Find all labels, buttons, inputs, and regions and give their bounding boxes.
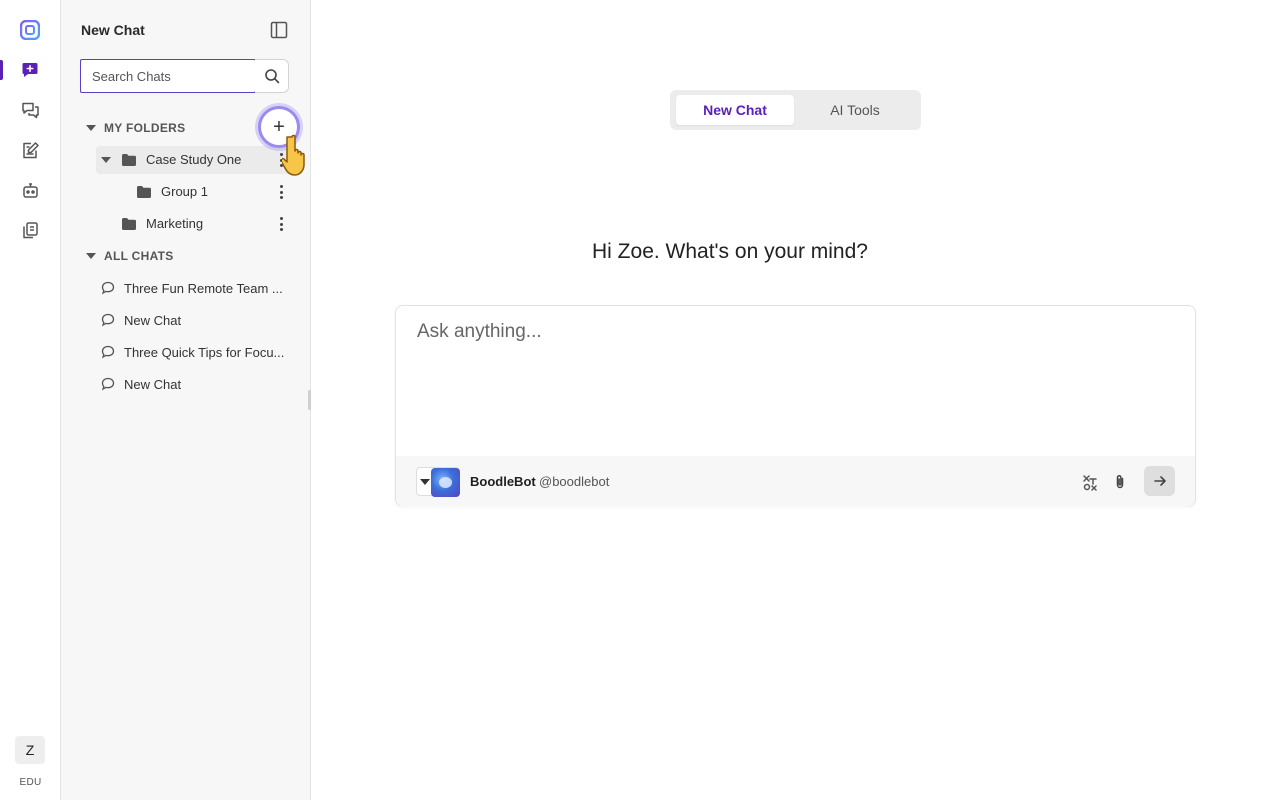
folder-item-group-1[interactable]: Group 1 xyxy=(96,178,292,206)
chat-list-item[interactable]: New Chat xyxy=(101,308,286,332)
folder-menu-icon[interactable] xyxy=(277,184,285,200)
chat-bubble-icon xyxy=(101,377,115,391)
chat-title: Three Quick Tips for Focu... xyxy=(124,344,285,360)
chat-title: New Chat xyxy=(124,312,182,328)
chat-plus-icon xyxy=(22,63,38,77)
search-icon xyxy=(264,69,279,84)
sidebar-collapse-icon[interactable] xyxy=(270,21,288,39)
folder-menu-icon[interactable] xyxy=(277,152,285,168)
caret-down-icon xyxy=(86,125,96,131)
rail-bots-button[interactable] xyxy=(19,179,41,201)
plan-badge: EDU xyxy=(19,777,42,788)
folder-label: Group 1 xyxy=(161,184,208,199)
chat-list-item[interactable]: Three Fun Remote Team ... xyxy=(101,276,286,300)
my-folders-label: MY FOLDERS xyxy=(104,121,186,135)
chat-bubble-icon xyxy=(101,313,115,327)
caret-down-icon xyxy=(86,253,96,259)
folder-icon xyxy=(122,154,136,166)
chat-sidebar: New Chat MY FOLDERS Case Study One Group… xyxy=(61,0,311,800)
search-chats-input[interactable] xyxy=(80,59,256,93)
bot-selector[interactable] xyxy=(416,467,460,497)
rail-active-indicator xyxy=(0,60,3,80)
folder-item-case-study-one[interactable]: Case Study One xyxy=(96,146,292,174)
bot-avatar xyxy=(431,468,460,497)
send-button[interactable] xyxy=(1144,466,1175,496)
chat-composer: BoodleBot @boodlebot xyxy=(395,305,1196,507)
all-chats-label: ALL CHATS xyxy=(104,249,174,263)
icon-rail: Z EDU xyxy=(0,0,61,800)
my-folders-header[interactable]: MY FOLDERS xyxy=(86,121,185,135)
mode-tabs: New Chat AI Tools xyxy=(670,90,921,130)
message-input[interactable] xyxy=(396,306,1195,456)
bot-name: BoodleBot xyxy=(470,474,536,489)
folder-menu-icon[interactable] xyxy=(277,216,285,232)
user-avatar[interactable]: Z xyxy=(15,736,45,764)
greeting-heading: Hi Zoe. What's on your mind? xyxy=(592,240,868,263)
bot-handle: @boodlebot xyxy=(539,474,610,489)
rail-library-button[interactable] xyxy=(19,219,41,241)
composer-toolbar: BoodleBot @boodlebot xyxy=(396,456,1195,507)
copy-icon xyxy=(22,221,38,238)
sidebar-title: New Chat xyxy=(81,22,145,38)
caret-down-icon[interactable] xyxy=(101,157,111,163)
chat-title: New Chat xyxy=(124,376,182,392)
rail-chats-button[interactable] xyxy=(19,99,41,121)
chat-bubble-icon xyxy=(101,345,115,359)
tab-ai-tools[interactable]: AI Tools xyxy=(796,95,914,125)
folder-item-marketing[interactable]: Marketing xyxy=(96,210,292,238)
clear-format-button[interactable] xyxy=(1080,472,1100,492)
chats-icon xyxy=(21,102,39,118)
clear-format-icon xyxy=(1083,475,1097,491)
chat-list-item[interactable]: New Chat xyxy=(101,372,286,396)
paperclip-icon xyxy=(1116,475,1124,489)
caret-down-icon xyxy=(420,478,430,485)
folder-icon xyxy=(137,186,151,198)
edit-note-icon xyxy=(22,141,39,158)
sidebar-resize-handle[interactable] xyxy=(308,390,311,410)
search-button[interactable] xyxy=(255,59,289,93)
rail-new-chat-button[interactable] xyxy=(19,59,41,81)
all-chats-header[interactable]: ALL CHATS xyxy=(86,249,174,263)
folder-label: Case Study One xyxy=(146,152,242,167)
chat-bubble-icon xyxy=(101,281,115,295)
rail-prompts-button[interactable] xyxy=(19,139,41,161)
robot-icon xyxy=(22,182,38,198)
app-logo-icon[interactable] xyxy=(20,20,40,40)
chat-title: Three Fun Remote Team ... xyxy=(124,280,283,296)
folder-label: Marketing xyxy=(146,216,204,231)
chat-list-item[interactable]: Three Quick Tips for Focu... xyxy=(101,340,286,364)
tab-new-chat[interactable]: New Chat xyxy=(676,95,794,125)
add-folder-button[interactable]: + xyxy=(258,106,300,148)
folder-icon xyxy=(122,218,136,230)
send-arrow-icon xyxy=(1153,476,1166,486)
attach-button[interactable] xyxy=(1110,472,1130,492)
